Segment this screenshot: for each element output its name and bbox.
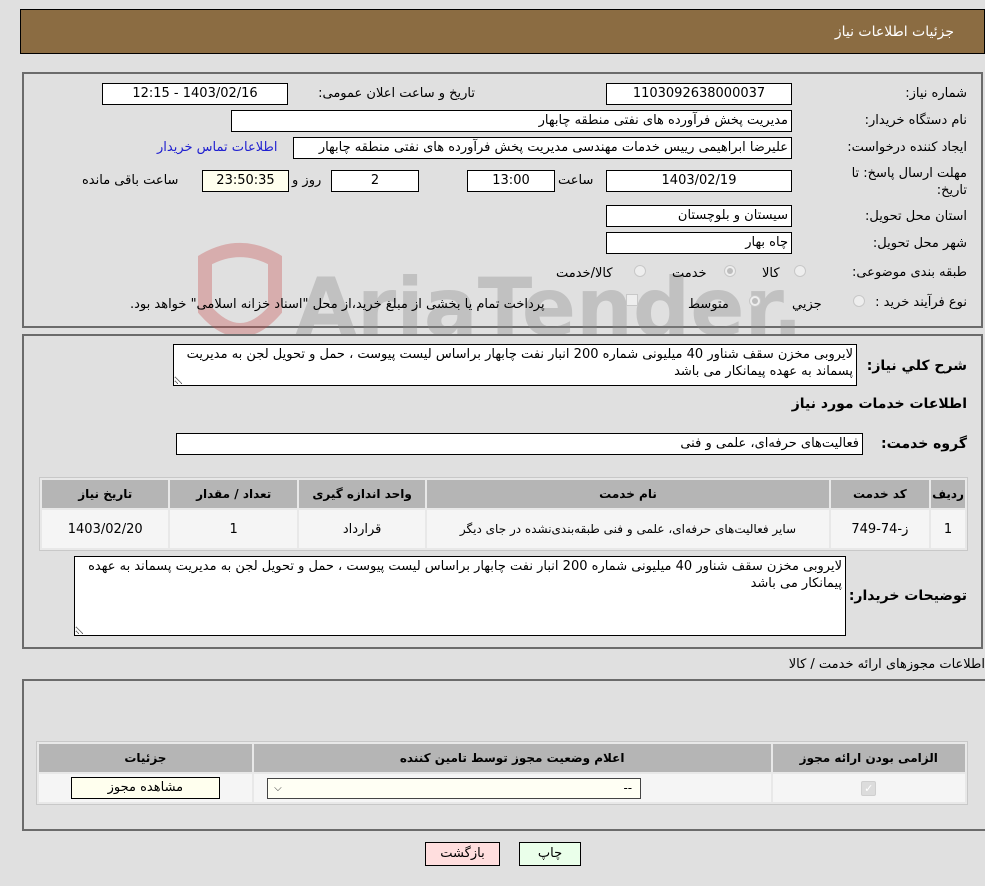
purchase-option-minor: جزیي <box>792 297 822 312</box>
col-need-date: تاریخ نیاز <box>42 480 169 508</box>
service-group-field[interactable]: فعالیت‌های حرفه‌ای، علمی و فنی <box>176 433 863 455</box>
row-service-name: سایر فعالیت‌های حرفه‌ای، علمی و فنی طبقه… <box>427 510 829 548</box>
service-group-label: گروه خدمت: <box>881 436 967 452</box>
province-field[interactable]: سیستان و بلوچستان <box>606 205 792 227</box>
category-radio-service[interactable] <box>724 265 736 277</box>
requester-field[interactable]: علیرضا ابراهیمی رییس خدمات مهندسی مدیریت… <box>293 137 792 159</box>
permit-status-select[interactable]: -- ⌵ <box>267 777 642 799</box>
purchase-type-label: نوع فرآیند خرید : <box>875 295 967 310</box>
days-remaining-field[interactable]: 2 <box>331 170 419 192</box>
purchase-radio-minor[interactable] <box>853 295 865 307</box>
buyer-notes-label: توضیحات خریدار: <box>848 588 967 604</box>
deadline-date-field[interactable]: 1403/02/19 <box>606 170 792 192</box>
col-service-name: نام خدمت <box>427 480 829 508</box>
province-label: استان محل تحویل: <box>865 209 967 224</box>
row-index: 1 <box>931 510 965 548</box>
buyer-org-label: نام دستگاه خریدار: <box>864 113 967 128</box>
category-radio-goods[interactable] <box>794 265 806 277</box>
col-quantity: تعداد / مقدار <box>170 480 297 508</box>
category-label: طبقه بندی موضوعی: <box>851 265 967 280</box>
permits-table: الزامی بودن ارائه مجوز اعلام وضعیت مجوز … <box>36 741 968 805</box>
permit-details-cell: مشاهده مجوز <box>39 774 252 802</box>
city-label: شهر محل تحویل: <box>872 236 967 251</box>
back-button[interactable]: بازگشت <box>425 842 500 866</box>
need-number-field[interactable]: 1103092638000037 <box>606 83 792 105</box>
col-permit-required: الزامی بودن ارائه مجوز <box>772 744 965 772</box>
treasury-checkbox[interactable] <box>626 294 638 306</box>
permit-status-cell: -- ⌵ <box>253 774 771 802</box>
row-unit: قرارداد <box>298 510 426 548</box>
time-remaining-label: ساعت باقی مانده <box>82 173 179 188</box>
need-number-label: شماره نیاز: <box>905 86 967 101</box>
row-need-date: 1403/02/20 <box>42 510 169 548</box>
col-permit-details: جزئیات <box>39 744 252 772</box>
page-header: جزئیات اطلاعات نیاز <box>20 9 985 54</box>
treasury-note: پرداخت تمام یا بخشی از مبلغ خرید،از محل … <box>130 297 545 312</box>
purchase-radio-medium[interactable] <box>749 295 761 307</box>
announce-datetime-label: تاریخ و ساعت اعلان عمومی: <box>318 86 475 101</box>
col-index: ردیف <box>931 480 965 508</box>
table-row: 1 ز-74-749 سایر فعالیت‌های حرفه‌ای، علمی… <box>42 510 965 548</box>
services-section-title: اطلاعات خدمات مورد نیاز <box>791 396 967 412</box>
category-option-service: خدمت <box>672 266 707 281</box>
col-permit-status: اعلام وضعیت مجوز توسط تامین کننده <box>253 744 771 772</box>
buyer-notes-field[interactable]: لایروبی مخزن سقف شناور 40 میلیونی شماره … <box>74 556 846 636</box>
deadline-time-label: ساعت <box>558 173 594 188</box>
description-label: شرح کلي نیاز: <box>866 358 967 374</box>
table-row: ✓ -- ⌵ مشاهده مجوز <box>39 774 965 802</box>
row-quantity: 1 <box>170 510 297 548</box>
deadline-label: مهلت ارسال پاسخ: تا تاریخ: <box>851 166 967 198</box>
buyer-org-field[interactable]: مدیریت پخش فرآورده های نفتی منطقه چابهار <box>231 110 792 132</box>
col-service-code: کد خدمت <box>830 480 930 508</box>
buyer-contact-link[interactable]: اطلاعات تماس خریدار <box>157 140 277 155</box>
permit-required-cell: ✓ <box>772 774 965 802</box>
view-permit-button[interactable]: مشاهده مجوز <box>70 777 220 799</box>
requester-label: ایجاد کننده درخواست: <box>847 140 967 155</box>
category-radio-goods-service[interactable] <box>634 265 646 277</box>
description-field[interactable]: لایروبی مخزن سقف شناور 40 میلیونی شماره … <box>173 344 857 386</box>
col-unit: واحد اندازه گیری <box>298 480 426 508</box>
time-remaining-field: 23:50:35 <box>202 170 289 192</box>
services-table-header: ردیف کد خدمت نام خدمت واحد اندازه گیری ت… <box>42 480 965 508</box>
city-field[interactable]: چاه بهار <box>606 232 792 254</box>
chevron-down-icon: ⌵ <box>274 782 282 794</box>
print-button[interactable]: چاپ <box>519 842 581 866</box>
announce-datetime-field[interactable]: 1403/02/16 - 12:15 <box>102 83 288 105</box>
row-service-code: ز-74-749 <box>830 510 930 548</box>
required-checkbox-icon: ✓ <box>861 780 877 796</box>
permit-status-value: -- <box>623 780 633 795</box>
services-table: ردیف کد خدمت نام خدمت واحد اندازه گیری ت… <box>39 477 968 551</box>
purchase-option-medium: متوسط <box>688 297 729 312</box>
permits-table-header: الزامی بودن ارائه مجوز اعلام وضعیت مجوز … <box>39 744 965 772</box>
days-label: روز و <box>292 173 322 188</box>
permits-section-title: اطلاعات مجوزهای ارائه خدمت / کالا <box>788 657 985 672</box>
page-title: جزئیات اطلاعات نیاز <box>834 23 954 40</box>
category-option-goods-service: کالا/خدمت <box>556 266 613 281</box>
category-option-goods: کالا <box>762 266 780 281</box>
deadline-time-field[interactable]: 13:00 <box>467 170 555 192</box>
